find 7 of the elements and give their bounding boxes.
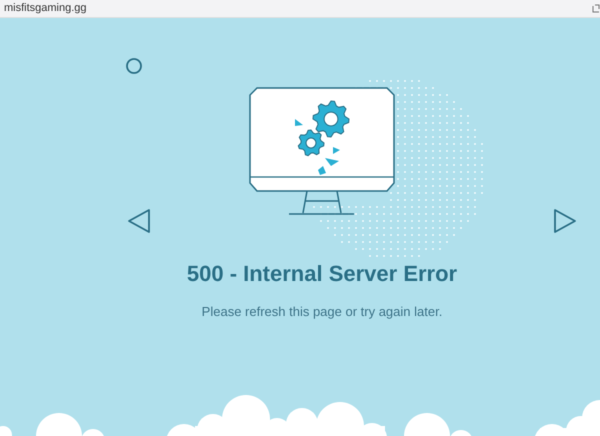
error-title: 500 - Internal Server Error: [186, 260, 458, 288]
left-triangle-icon: [127, 208, 151, 234]
url-text[interactable]: misfitsgaming.gg: [4, 0, 87, 17]
error-message: Please refresh this page or try again later.: [202, 303, 442, 321]
right-triangle-icon: [553, 208, 577, 234]
circle-icon: [125, 57, 143, 75]
share-icon[interactable]: [592, 4, 600, 13]
